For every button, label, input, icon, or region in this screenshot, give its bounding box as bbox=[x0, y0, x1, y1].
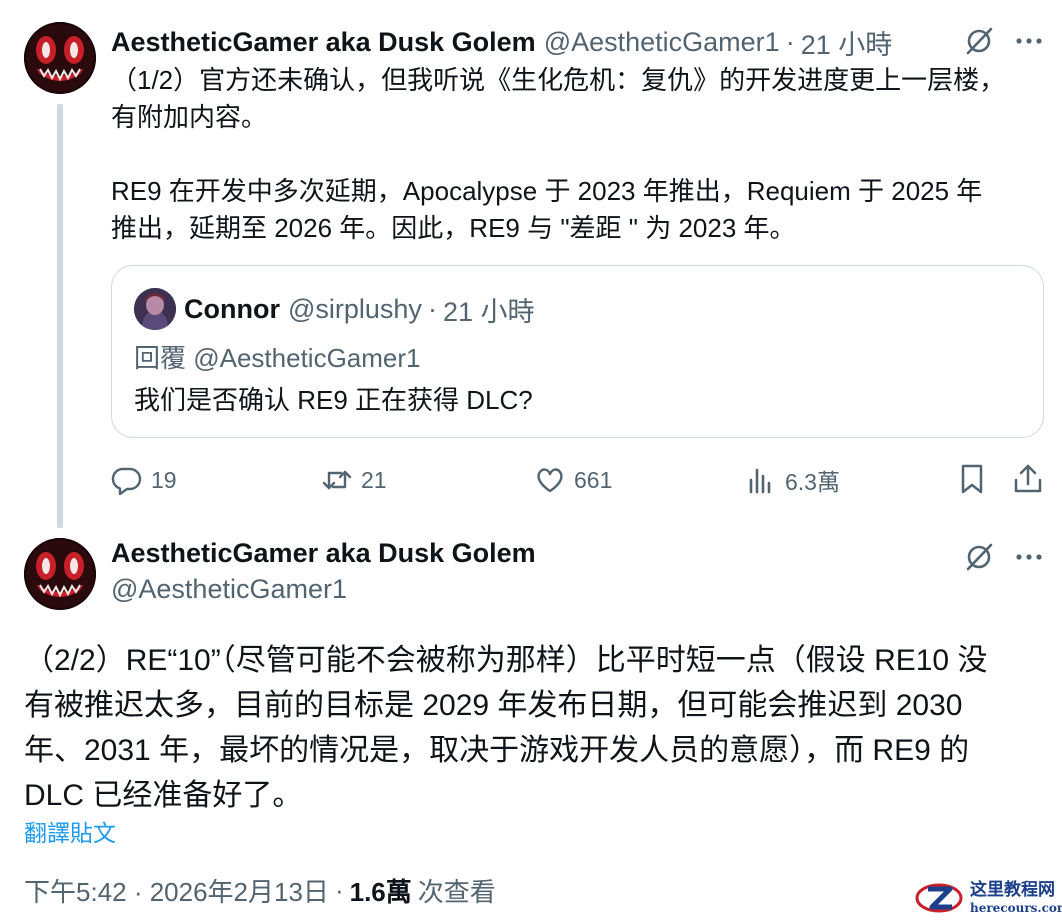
translate-post-link[interactable]: 翻譯貼文 bbox=[24, 814, 116, 848]
reply-icon bbox=[111, 467, 142, 496]
author-name[interactable]: AestheticGamer aka Dusk Golem bbox=[111, 538, 536, 569]
quote-author-avatar[interactable] bbox=[134, 288, 176, 330]
quote-text: 我们是否确认 RE9 正在获得 DLC? bbox=[134, 385, 533, 415]
more-icon[interactable] bbox=[1012, 24, 1046, 58]
bookmark-icon[interactable] bbox=[955, 462, 989, 496]
watermark-sub-text: herecours.com bbox=[970, 901, 1062, 915]
tweet-meta: 下午5:42 · 2026年2月13日 · 1.6萬 次查看 bbox=[24, 872, 496, 909]
like-button[interactable]: 661 bbox=[534, 460, 612, 500]
tweet1-text: （1/2）官方还未确认，但我听说《生化危机：复仇》的开发进度更上一层楼， 有附加… bbox=[111, 62, 1046, 247]
repost-icon bbox=[322, 470, 352, 490]
reply-count: 19 bbox=[151, 466, 177, 493]
more-icon[interactable] bbox=[1012, 540, 1046, 574]
repost-count: 21 bbox=[361, 466, 387, 493]
tweet1-line: （1/2）官方还未确认，但我听说《生化危机：复仇》的开发进度更上一层楼， bbox=[111, 65, 1006, 95]
quote-reply-context: 回覆 @AestheticGamer1 bbox=[134, 343, 421, 373]
watermark-logo-icon bbox=[915, 883, 963, 913]
tweet-timestamp[interactable]: 下午5:42 · 2026年2月13日 bbox=[24, 872, 329, 909]
quote-header-separator: · bbox=[427, 293, 437, 324]
tweet2-line: DLC 已经准备好了。 bbox=[24, 779, 303, 812]
views-button[interactable]: 6.3萬 bbox=[745, 460, 840, 500]
tweet2-line: 年、2031 年，最坏的情况是，取决于游戏开发人员的意愿），而 RE9 的 bbox=[24, 734, 970, 767]
author-avatar[interactable] bbox=[24, 538, 96, 610]
thread-connector-line bbox=[57, 104, 63, 528]
like-count: 661 bbox=[574, 466, 613, 493]
reply-button[interactable]: 19 bbox=[111, 460, 177, 500]
views-count: 6.3萬 bbox=[785, 469, 840, 495]
views-icon bbox=[749, 468, 771, 494]
tweet1-header: AestheticGamer aka Dusk Golem @Aesthetic… bbox=[111, 22, 892, 62]
tweet1-line: 推出，延期至 2026 年。因此，RE9 与 "差距 " 为 2023 年。 bbox=[111, 213, 796, 243]
quoted-tweet-card[interactable]: Connor @sirplushy · 21 小時 回覆 @AestheticG… bbox=[111, 265, 1044, 438]
share-icon[interactable] bbox=[1011, 462, 1045, 496]
meta-separator: · bbox=[334, 875, 344, 905]
tweet1-line: RE9 在开发中多次延期，Apocalypse 于 2023 年推出，Requi… bbox=[111, 176, 983, 206]
tweet-time[interactable]: 21 小時 bbox=[801, 23, 893, 62]
grok-icon[interactable] bbox=[962, 540, 996, 574]
tweet2-text: （2/2）RE“10”（尽管可能不会被称为那样）比平时短一点（假设 RE10 没… bbox=[24, 638, 1034, 818]
views-label: 次查看 bbox=[417, 877, 496, 907]
tweet1-action-bar: 19 21 661 6.3萬 bbox=[111, 460, 1046, 500]
author-name[interactable]: AestheticGamer aka Dusk Golem bbox=[111, 27, 536, 58]
header-separator: · bbox=[785, 26, 795, 57]
grok-icon[interactable] bbox=[962, 24, 996, 58]
quote-author-name[interactable]: Connor bbox=[184, 294, 280, 325]
quote-time: 21 小時 bbox=[442, 296, 535, 327]
like-icon bbox=[537, 468, 563, 493]
repost-button[interactable]: 21 bbox=[321, 460, 387, 500]
author-handle[interactable]: @AestheticGamer1 bbox=[544, 27, 780, 58]
watermark-main-text: 这里教程网 bbox=[970, 880, 1055, 900]
author-handle[interactable]: @AestheticGamer1 bbox=[111, 574, 347, 605]
site-watermark: 这里教程网 herecours.com bbox=[914, 878, 1062, 918]
tweet2-line: 有被推迟太多，目前的目标是 2029 年发布日期，但可能会推迟到 2030 bbox=[24, 689, 963, 722]
quote-header: Connor @sirplushy · 21 小時 bbox=[184, 289, 534, 329]
tweet1-line: 有附加内容。 bbox=[111, 102, 268, 132]
views-total: 1.6萬 bbox=[349, 877, 412, 907]
author-avatar[interactable] bbox=[24, 22, 96, 94]
quote-author-handle[interactable]: @sirplushy bbox=[288, 294, 422, 325]
tweet2-line: （2/2）RE“10”（尽管可能不会被称为那样）比平时短一点（假设 RE10 没 bbox=[24, 644, 988, 677]
